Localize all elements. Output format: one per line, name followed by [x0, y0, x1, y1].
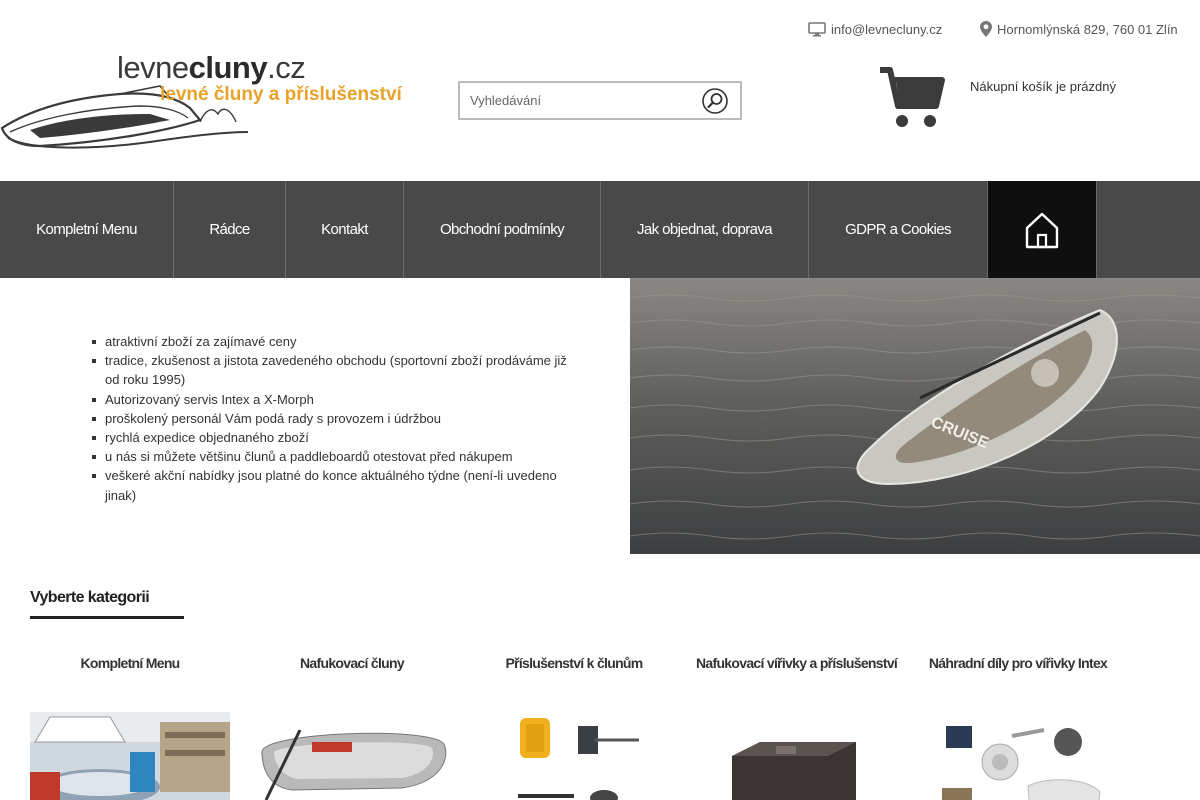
category-label[interactable]: Příslušenství k člunům [474, 655, 674, 671]
category-image-accessories[interactable] [474, 712, 674, 800]
site-logo[interactable]: levnecluny.cz levné čluny a příslušenstv… [0, 50, 402, 150]
category-image-hot-tub[interactable] [696, 712, 896, 800]
list-item: proškolený personál Vám podá rady s prov… [92, 409, 570, 428]
heading-underline [30, 616, 184, 619]
category-image-inflatable-boat[interactable] [252, 712, 452, 800]
nav-item-kompletni-menu[interactable]: Kompletní Menu [0, 181, 174, 278]
category-label[interactable]: Kompletní Menu [30, 655, 230, 671]
contact-address: Hornomlýnská 829, 760 01 Zlín [980, 21, 1178, 37]
main-nav: Kompletní Menu Rádce Kontakt Obchodní po… [0, 181, 1200, 278]
logo-tagline: levné čluny a příslušenství [160, 84, 402, 105]
list-item: atraktivní zboží za zajímavé ceny [92, 332, 570, 351]
cart-status[interactable]: Nákupní košík je prázdný [970, 79, 1116, 94]
list-item: veškeré akční nabídky jsou platné do kon… [92, 466, 570, 504]
list-item: Autorizovaný servis Intex a X-Morph [92, 390, 570, 409]
list-item: tradice, zkušenost a jistota zavedeného … [92, 351, 570, 389]
email-text[interactable]: info@levnecluny.cz [831, 22, 942, 37]
nav-item-radce[interactable]: Rádce [174, 181, 286, 278]
category-card-nahradni-dily[interactable]: Náhradní díly pro vířivky Intex [918, 655, 1118, 800]
address-text: Hornomlýnská 829, 760 01 Zlín [997, 21, 1178, 37]
nav-item-jak-objednat[interactable]: Jak objednat, doprava [601, 181, 809, 278]
home-icon [1025, 212, 1059, 248]
list-item: rychlá expedice objednaného zboží [92, 428, 570, 447]
category-card-prislusenstvi[interactable]: Příslušenství k člunům [474, 655, 674, 800]
nav-item-kontakt[interactable]: Kontakt [286, 181, 404, 278]
category-label[interactable]: Nafukovací čluny [252, 655, 452, 671]
search-input[interactable] [460, 83, 690, 118]
category-image-spare-parts[interactable] [918, 712, 1118, 800]
nav-home-button[interactable] [988, 181, 1097, 278]
categories-heading: Vyberte kategorii [30, 589, 150, 606]
category-card-nafukovaci-cluny[interactable]: Nafukovací čluny [252, 655, 452, 800]
benefits-list: atraktivní zboží za zajímavé ceny tradic… [92, 332, 570, 505]
nav-item-obchodni-podminky[interactable]: Obchodní podmínky [404, 181, 601, 278]
cart-icon[interactable] [878, 64, 946, 137]
nav-item-gdpr[interactable]: GDPR a Cookies [809, 181, 988, 278]
site-header: info@levnecluny.cz Hornomlýnská 829, 760… [0, 0, 1200, 181]
location-pin-icon [980, 21, 992, 37]
monitor-icon [808, 21, 826, 37]
search-box [458, 81, 742, 120]
list-item: u nás si můžete většinu člunů a paddlebo… [92, 447, 570, 466]
category-image-shop-interior[interactable] [30, 712, 230, 800]
category-label[interactable]: Náhradní díly pro vířivky Intex [918, 655, 1118, 671]
category-card-virivky[interactable]: Nafukovací vířivky a příslušenství [696, 655, 898, 800]
category-label[interactable]: Nafukovací vířivky a příslušenství [696, 655, 898, 671]
hero-paddleboard-image: CRUISE [630, 278, 1200, 554]
category-card-kompletni-menu[interactable]: Kompletní Menu [30, 655, 230, 800]
search-button[interactable] [702, 88, 728, 114]
logo-wordmark: levnecluny.cz [117, 50, 306, 85]
search-icon [702, 88, 728, 114]
contact-email[interactable]: info@levnecluny.cz [808, 21, 942, 37]
